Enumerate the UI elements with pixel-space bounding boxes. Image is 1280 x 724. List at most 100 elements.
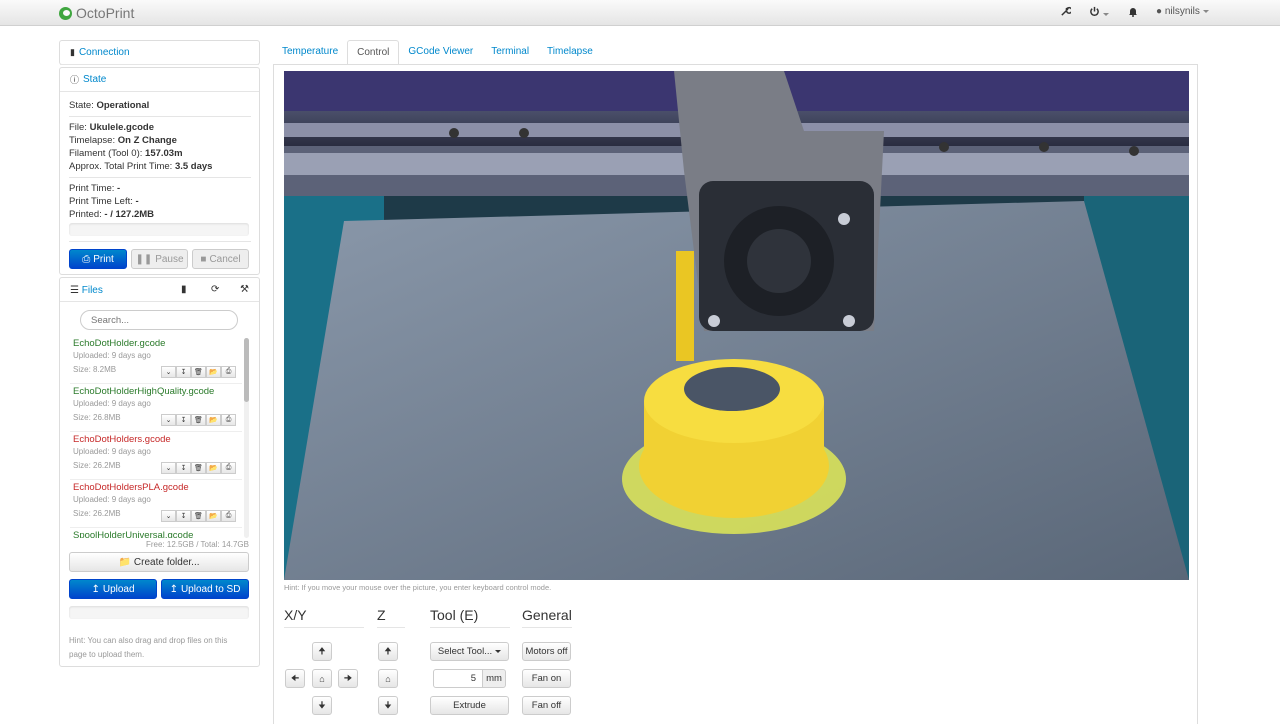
file-name[interactable]: SpoolHolderUniversal.gcode: [73, 530, 193, 538]
pause-button[interactable]: ❚❚ Pause: [131, 249, 188, 269]
x-minus-button[interactable]: 🠈: [285, 669, 305, 688]
divider: [69, 116, 251, 117]
file-item[interactable]: EchoDotHoldersPLA.gcode Uploaded: 9 days…: [70, 480, 242, 528]
delete-icon[interactable]: 🗑: [191, 510, 206, 522]
refresh-icon[interactable]: ⟳: [211, 284, 219, 295]
z-minus-button[interactable]: 🠋: [378, 696, 398, 715]
download-icon[interactable]: ↧: [176, 462, 191, 474]
expand-icon[interactable]: ⌄: [161, 366, 176, 378]
pause-icon: ❚❚: [135, 253, 153, 265]
delete-icon[interactable]: 🗑: [191, 462, 206, 474]
xy-home-button[interactable]: ⌂: [312, 669, 332, 688]
select-tool-dropdown[interactable]: Select Tool...: [430, 642, 509, 661]
download-icon[interactable]: ↧: [176, 414, 191, 426]
stop-icon: ■: [200, 253, 207, 265]
file-item[interactable]: EchoDotHolders.gcode Uploaded: 9 days ag…: [70, 432, 242, 480]
new-file-icon[interactable]: ▮: [181, 284, 187, 295]
divider: [69, 177, 251, 178]
tab-temperature[interactable]: Temperature: [273, 40, 347, 65]
brand[interactable]: OctoPrint: [59, 5, 134, 21]
file-item[interactable]: EchoDotHolderHighQuality.gcode Uploaded:…: [70, 384, 242, 432]
z-title: Z: [377, 607, 386, 623]
create-folder-button[interactable]: 📁 Create folder...: [69, 552, 249, 572]
file-name[interactable]: EchoDotHoldersPLA.gcode: [73, 482, 189, 493]
file-item[interactable]: SpoolHolderUniversal.gcode: [70, 528, 242, 538]
file-uploaded: Uploaded: 9 days ago: [73, 495, 151, 504]
tab-control[interactable]: Control: [347, 40, 400, 65]
arrow-down-icon: 🠋: [318, 699, 326, 710]
files-title-link[interactable]: ☰ Files: [70, 285, 103, 296]
user-menu[interactable]: ● nilsynils: [1156, 6, 1209, 17]
print-file-icon[interactable]: ⎙: [221, 366, 236, 378]
load-icon[interactable]: 📂: [206, 510, 221, 522]
print-file-icon[interactable]: ⎙: [221, 510, 236, 522]
settings-wrench-icon[interactable]: [1060, 6, 1073, 20]
motors-off-button[interactable]: Motors off: [522, 642, 571, 661]
print-file-icon[interactable]: ⎙: [221, 462, 236, 474]
username: nilsynils: [1164, 6, 1200, 17]
tab-gcode-viewer[interactable]: GCode Viewer: [399, 40, 482, 65]
file-name[interactable]: EchoDotHolders.gcode: [73, 434, 171, 445]
state-header[interactable]: ⓘ State: [60, 68, 259, 92]
file-search-input[interactable]: [80, 310, 238, 330]
z-home-button[interactable]: ⌂: [378, 669, 398, 688]
download-icon[interactable]: ↧: [176, 510, 191, 522]
connection-title: Connection: [78, 47, 130, 58]
print-time-left-line: Print Time Left: -: [69, 196, 139, 207]
folder-icon: 📁: [118, 556, 131, 568]
delete-icon[interactable]: 🗑: [191, 414, 206, 426]
download-icon[interactable]: ↧: [176, 366, 191, 378]
load-icon[interactable]: 📂: [206, 462, 221, 474]
file-uploaded: Uploaded: 9 days ago: [73, 399, 151, 408]
arrow-up-icon: 🠉: [384, 645, 392, 656]
extrude-amount-input[interactable]: 5: [433, 669, 483, 688]
files-header: ☰ Files ▮ ⟳ ⚒: [60, 278, 259, 302]
print-file-icon[interactable]: ⎙: [221, 414, 236, 426]
expand-icon[interactable]: ⌄: [161, 510, 176, 522]
load-icon[interactable]: 📂: [206, 414, 221, 426]
wrench-icon[interactable]: ⚒: [240, 284, 249, 295]
print-time-line: Print Time: -: [69, 183, 121, 194]
z-plus-button[interactable]: 🠉: [378, 642, 398, 661]
extrude-button[interactable]: Extrude: [430, 696, 509, 715]
upload-icon: ↥: [91, 583, 100, 595]
file-name[interactable]: EchoDotHolderHighQuality.gcode: [73, 386, 214, 397]
notifications-bell-icon[interactable]: [1128, 6, 1138, 20]
print-button[interactable]: ⎙ Print: [69, 249, 127, 269]
file-actions: ⌄ ↧ 🗑 📂 ⎙: [161, 414, 236, 426]
connection-header[interactable]: ▮ Connection: [60, 41, 259, 65]
x-plus-button[interactable]: 🠊: [338, 669, 358, 688]
arrow-right-icon: 🠊: [343, 672, 353, 683]
upload-button[interactable]: ↥ Upload: [69, 579, 157, 599]
upload-sd-button[interactable]: ↥ Upload to SD: [161, 579, 249, 599]
load-icon[interactable]: 📂: [206, 366, 221, 378]
file-name[interactable]: EchoDotHolder.gcode: [73, 338, 165, 349]
expand-icon[interactable]: ⌄: [161, 414, 176, 426]
expand-icon[interactable]: ⌄: [161, 462, 176, 474]
file-item[interactable]: EchoDotHolder.gcode Uploaded: 9 days ago…: [70, 336, 242, 384]
file-actions: ⌄ ↧ 🗑 📂 ⎙: [161, 366, 236, 378]
webcam-stream[interactable]: [284, 71, 1189, 580]
delete-icon[interactable]: 🗑: [191, 366, 206, 378]
file-list-scrollbar[interactable]: [244, 338, 249, 538]
info-icon: ⓘ: [70, 75, 80, 85]
octoprint-logo-icon: [59, 6, 72, 20]
signal-icon: ▮: [70, 47, 75, 57]
divider: [284, 627, 364, 628]
cancel-button[interactable]: ■ Cancel: [192, 249, 249, 269]
user-icon: ●: [1156, 6, 1163, 17]
main-tabs: Temperature Control GCode Viewer Termina…: [273, 40, 602, 65]
power-menu-icon[interactable]: [1089, 6, 1109, 20]
webcam-hint: Hint: If you move your mouse over the pi…: [284, 583, 552, 592]
y-plus-button[interactable]: 🠉: [312, 642, 332, 661]
home-icon: ⌂: [319, 673, 325, 684]
scrollbar-thumb[interactable]: [244, 338, 249, 402]
fan-on-button[interactable]: Fan on: [522, 669, 571, 688]
files-panel: ☰ Files ▮ ⟳ ⚒ EchoDotHolder.gcode Upload…: [59, 277, 260, 667]
arrow-up-icon: 🠉: [318, 645, 326, 656]
y-minus-button[interactable]: 🠋: [312, 696, 332, 715]
tab-timelapse[interactable]: Timelapse: [538, 40, 602, 65]
print-progress-bar: [69, 223, 249, 236]
fan-off-button[interactable]: Fan off: [522, 696, 571, 715]
tab-terminal[interactable]: Terminal: [482, 40, 538, 65]
